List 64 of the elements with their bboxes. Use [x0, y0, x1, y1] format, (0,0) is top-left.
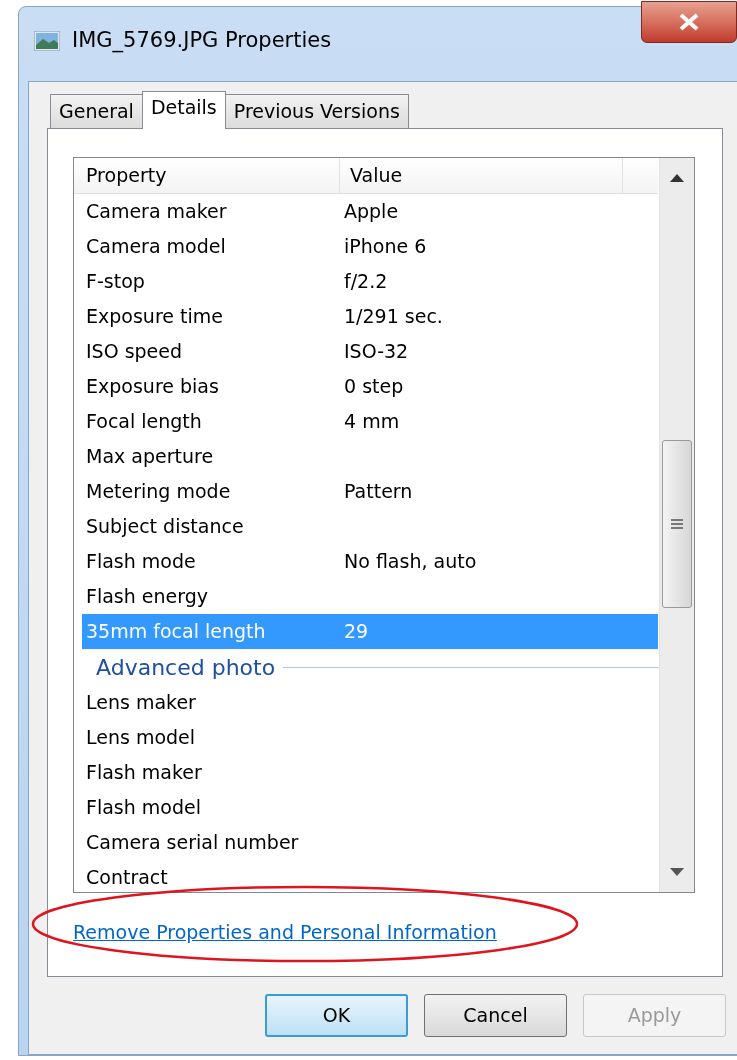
- property-row[interactable]: Exposure time 1/291 sec.: [82, 299, 658, 334]
- scroll-up-icon[interactable]: [670, 174, 684, 182]
- property-value: 4 mm: [344, 409, 400, 435]
- property-name: 35mm focal length: [85, 619, 267, 645]
- property-name: Camera maker: [85, 199, 228, 225]
- property-name: Exposure time: [85, 304, 224, 330]
- scrollbar[interactable]: [659, 158, 694, 892]
- tab[interactable]: General: [50, 94, 143, 128]
- property-value: f/2.2: [344, 269, 388, 295]
- property-row[interactable]: Camera serial number: [82, 825, 658, 860]
- window-title: IMG_5769.JPG Properties: [72, 27, 332, 55]
- grip-icon: [670, 518, 684, 530]
- property-row[interactable]: F-stop f/2.2: [82, 264, 658, 299]
- property-name: F-stop: [85, 269, 146, 295]
- property-value: iPhone 6: [344, 234, 427, 260]
- property-name: Contract: [85, 865, 169, 891]
- property-name: Exposure bias: [85, 374, 220, 400]
- property-name: Flash energy: [85, 584, 210, 610]
- tab[interactable]: Details: [141, 91, 226, 129]
- property-row[interactable]: Lens maker: [82, 685, 658, 720]
- property-row[interactable]: Max aperture: [82, 439, 658, 474]
- property-row[interactable]: Metering mode Pattern: [82, 474, 658, 509]
- property-value: ISO-32: [344, 339, 409, 365]
- dialog-button[interactable]: Cancel: [424, 994, 567, 1037]
- property-name: Flash mode: [85, 549, 197, 575]
- property-name: Lens model: [85, 725, 197, 751]
- property-value: Pattern: [344, 479, 413, 505]
- property-name: ISO speed: [85, 339, 184, 365]
- property-name: Flash maker: [85, 760, 203, 786]
- property-name: Camera model: [85, 234, 227, 260]
- scroll-down-icon[interactable]: [670, 868, 684, 876]
- property-row[interactable]: Exposure bias 0 step: [82, 369, 658, 404]
- property-row[interactable]: Camera maker Apple: [82, 194, 658, 229]
- property-value: No flash, auto: [344, 549, 477, 575]
- property-row[interactable]: Camera model iPhone 6: [82, 229, 658, 264]
- property-value: Apple: [344, 199, 399, 225]
- property-name: Flash model: [85, 795, 202, 821]
- property-row[interactable]: ISO speed ISO-32: [82, 334, 658, 369]
- property-name: Subject distance: [85, 514, 245, 540]
- property-row[interactable]: Subject distance: [82, 509, 658, 544]
- property-value: 1/291 sec.: [344, 304, 443, 330]
- property-name: Lens maker: [85, 690, 197, 716]
- property-name: Metering mode: [85, 479, 232, 505]
- property-name: Focal length: [85, 409, 203, 435]
- property-value: 0 step: [344, 374, 404, 400]
- property-row[interactable]: Flash maker: [82, 755, 658, 790]
- property-row[interactable]: Flash model: [82, 790, 658, 825]
- dialog-button[interactable]: OK: [265, 994, 408, 1037]
- property-name: Camera serial number: [85, 830, 300, 856]
- close-button[interactable]: [641, 1, 737, 43]
- close-icon: [678, 13, 700, 31]
- property-row[interactable]: Contract: [82, 860, 658, 892]
- tab[interactable]: Previous Versions: [224, 94, 409, 128]
- column-header[interactable]: Property: [74, 158, 340, 193]
- group-heading: Advanced photo: [96, 653, 276, 682]
- image-file-icon: [34, 31, 60, 51]
- property-row[interactable]: Flash energy: [82, 579, 658, 614]
- scroll-thumb[interactable]: [662, 440, 692, 608]
- property-row[interactable]: Lens model: [82, 720, 658, 755]
- column-header[interactable]: Value: [340, 158, 623, 193]
- property-row[interactable]: Focal length 4 mm: [82, 404, 658, 439]
- property-value: 29: [344, 619, 369, 645]
- property-name: Max aperture: [85, 444, 215, 470]
- property-row[interactable]: Flash mode No flash, auto: [82, 544, 658, 579]
